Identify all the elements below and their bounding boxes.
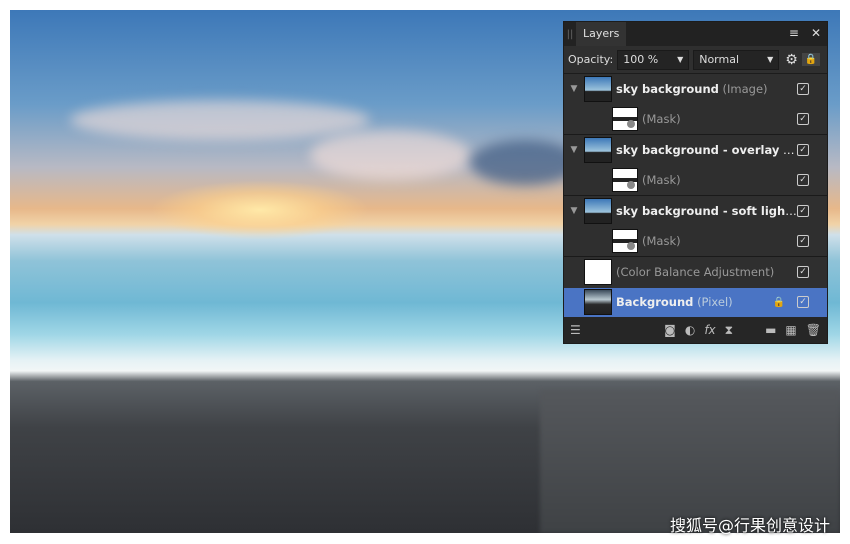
visibility-checkbox[interactable]: ✓ [797, 143, 809, 156]
layer-row[interactable]: (Color Balance Adjustment) ✓ [564, 257, 827, 288]
mask-thumbnail [612, 229, 638, 254]
layer-row[interactable]: ▼ sky background (Image) ✓ [564, 74, 827, 105]
layer-row[interactable]: (Mask) ✓ [564, 105, 827, 135]
pixel-layer-icon[interactable]: ▦ [785, 323, 796, 337]
layer-thumbnail [584, 136, 612, 163]
layer-row[interactable]: ▼ sky background - overlay (I...✓ [564, 135, 827, 166]
mask-thumbnail [612, 168, 638, 193]
layer-thumbnail [584, 75, 612, 102]
layer-name: sky background (Image) [616, 82, 797, 96]
grip-icon[interactable]: || [564, 29, 576, 40]
expand-triangle-icon[interactable]: ▼ [564, 84, 584, 94]
cloud [310, 130, 470, 180]
layer-row[interactable]: ▼ sky background - soft light... ✓ [564, 196, 827, 227]
panel-tabbar: || Layers ≡ ✕ [564, 22, 827, 46]
mask-icon[interactable]: ◙ [664, 323, 676, 337]
opacity-value: 100 % [623, 53, 659, 66]
watermark: 搜狐号@行果创意设计 [669, 516, 830, 535]
expand-triangle-icon[interactable]: ▼ [564, 206, 584, 216]
mask-thumbnail [612, 107, 638, 132]
gear-icon[interactable]: ⚙ [785, 52, 798, 68]
layer-type: (Mask) [642, 112, 681, 127]
layer-row[interactable]: Background (Pixel) 🔒 ✓ [564, 287, 827, 318]
layer-type: (I... [783, 142, 797, 157]
visibility-checkbox[interactable]: ✓ [797, 82, 809, 95]
layer-type: (Color Balance Adjustment) [616, 264, 775, 279]
layers-panel: || Layers ≡ ✕ Opacity: 100 % ▼ Normal ▼ ⚙ 🔒… [563, 21, 828, 344]
lock-icon[interactable]: 🔒 [773, 297, 785, 308]
layer-title: sky background - soft light... [616, 203, 797, 218]
visibility-checkbox[interactable]: ✓ [797, 296, 809, 309]
layer-title: sky background [616, 81, 719, 96]
layer-type: (Image) [722, 81, 768, 96]
visibility-checkbox[interactable]: ✓ [797, 204, 809, 217]
visibility-checkbox[interactable]: ✓ [797, 235, 809, 248]
layer-name: (Mask) [642, 173, 797, 187]
layer-type: (Mask) [642, 234, 681, 249]
layer-title: Background [616, 295, 694, 310]
layers-stack-icon[interactable]: ☰ [570, 323, 581, 337]
fx-icon[interactable]: fx [704, 323, 715, 337]
sun-glow [150, 180, 370, 240]
lock-icon[interactable]: 🔒 [801, 53, 821, 66]
adjustment-icon[interactable]: ◐ [685, 323, 695, 337]
layer-row[interactable]: (Mask) ✓ [564, 227, 827, 257]
opacity-label: Opacity: [568, 53, 614, 66]
chevron-down-icon: ▼ [677, 55, 684, 64]
panel-menu-icon[interactable]: ≡ [789, 26, 799, 40]
layer-name: (Mask) [642, 234, 797, 248]
layer-thumbnail [584, 289, 612, 316]
visibility-checkbox[interactable]: ✓ [797, 174, 809, 187]
layer-name: sky background - overlay (I... [616, 143, 797, 157]
folder-icon[interactable]: ▬ [765, 323, 776, 337]
cloud [70, 100, 370, 140]
panel-footer: ☰ ◙ ◐ fx ⧗ ▬ ▦ 🗑 [564, 317, 827, 343]
close-icon[interactable]: ✕ [811, 26, 821, 40]
layer-name: (Mask) [642, 112, 797, 126]
visibility-checkbox[interactable]: ✓ [797, 265, 809, 278]
layer-name: (Color Balance Adjustment) [616, 265, 797, 279]
tab-layers[interactable]: Layers [576, 22, 627, 46]
blend-mode-select[interactable]: Normal ▼ [693, 49, 780, 70]
layer-name: Background (Pixel) [616, 295, 773, 309]
trash-icon[interactable]: 🗑 [806, 323, 821, 337]
layer-type: (Pixel) [697, 295, 733, 310]
layer-name: sky background - soft light... [616, 204, 797, 218]
blend-mode-value: Normal [699, 53, 740, 66]
layer-thumbnail [584, 258, 612, 285]
layer-row[interactable]: (Mask) ✓ [564, 166, 827, 196]
opacity-select[interactable]: 100 % ▼ [617, 49, 690, 70]
layer-thumbnail [584, 197, 612, 224]
layer-title: sky background - overlay [616, 142, 780, 157]
layer-type: (Mask) [642, 173, 681, 188]
live-filter-icon[interactable]: ⧗ [725, 323, 733, 338]
visibility-checkbox[interactable]: ✓ [797, 113, 809, 126]
chevron-down-icon: ▼ [767, 55, 774, 64]
expand-triangle-icon[interactable]: ▼ [564, 145, 584, 155]
